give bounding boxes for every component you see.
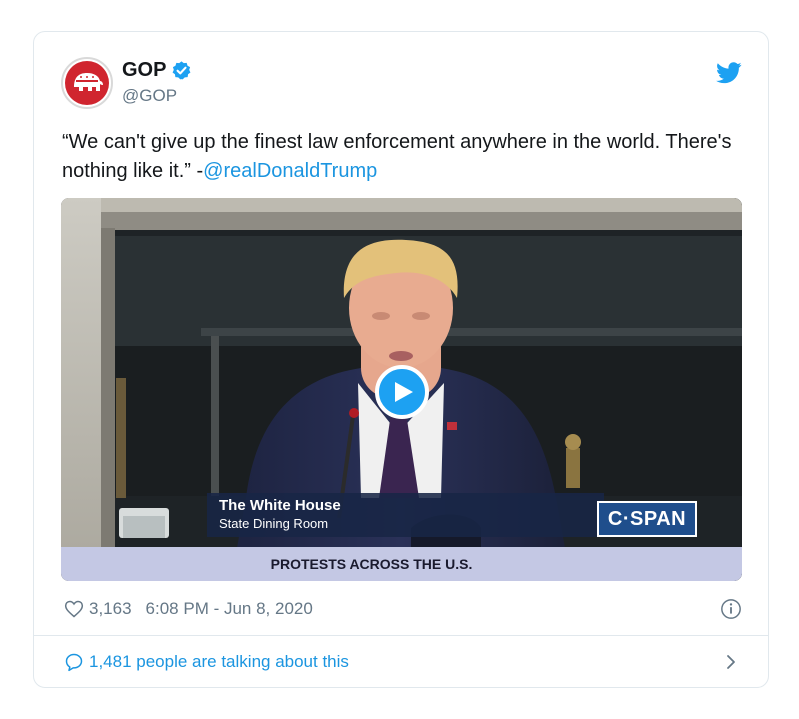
tweet-header: GOP @GOP [58,56,744,112]
user-handle[interactable]: @GOP [122,86,192,106]
network-logo: C·SPAN [597,501,697,537]
display-name-row: GOP [122,59,192,82]
tweet-text-body: “We can't give up the finest law enforce… [62,131,732,182]
verified-badge-icon [173,61,191,80]
video-player[interactable]: The White House State Dining Room C·SPAN… [61,198,742,581]
conversation-label[interactable]: 1,481 people are talking about this [89,652,349,672]
play-button[interactable] [375,365,429,419]
author-names: GOP @GOP [122,59,192,106]
gop-elephant-logo [65,61,109,105]
broadcast-lower-third: The White House State Dining Room [207,493,604,537]
mention-link[interactable]: @realDonaldTrump [203,160,377,182]
display-name[interactable]: GOP [122,59,166,82]
chevron-right-icon[interactable] [724,654,738,670]
speech-bubble-icon [65,653,83,672]
lower-third-room: State Dining Room [219,516,329,531]
like-count[interactable]: 3,163 [89,599,132,619]
lower-third-location: The White House [219,497,341,514]
tweet-text: “We can't give up the finest law enforce… [62,128,752,186]
twitter-bird-icon[interactable] [716,62,742,84]
heart-icon[interactable] [64,599,84,619]
news-ticker: PROTESTS ACROSS THE U.S. [61,547,742,581]
tweet-meta: 3,163 6:08 PM - Jun 8, 2020 [64,597,744,621]
play-icon [395,382,413,402]
avatar[interactable] [61,57,113,109]
divider [34,635,768,636]
info-icon[interactable] [720,598,742,620]
tweet-card[interactable]: GOP @GOP “We can't give up the finest la… [33,31,769,688]
tweet-timestamp[interactable]: 6:08 PM - Jun 8, 2020 [146,599,313,619]
conversation-link[interactable]: 1,481 people are talking about this [64,648,744,676]
